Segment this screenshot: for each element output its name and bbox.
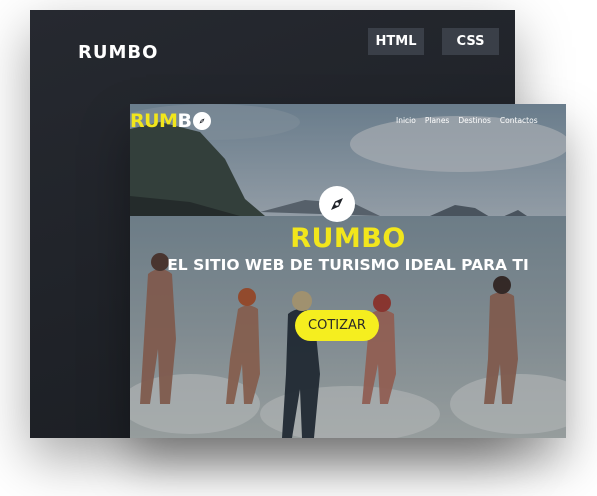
logo-text-white: B [177, 110, 192, 132]
website-preview: RUM B Inicio Planes Destinos Contactos R… [130, 104, 566, 438]
hero-title: RUMBO [290, 223, 406, 254]
nav-item-planes[interactable]: Planes [425, 116, 449, 125]
html-tag[interactable]: HTML [368, 28, 424, 55]
hero-subtitle: EL SITIO WEB DE TURISMO IDEAL PARA TI [167, 256, 529, 274]
nav-item-destinos[interactable]: Destinos [458, 116, 491, 125]
compass-icon [319, 186, 355, 222]
logo-text-yellow: RUM [130, 110, 178, 132]
site-nav: Inicio Planes Destinos Contactos [396, 116, 538, 125]
site-logo[interactable]: RUM B [130, 110, 212, 132]
nav-item-inicio[interactable]: Inicio [396, 116, 416, 125]
css-tag[interactable]: CSS [442, 28, 499, 55]
cotizar-button[interactable]: COTIZAR [295, 310, 379, 341]
nav-item-contactos[interactable]: Contactos [500, 116, 538, 125]
back-title: RUMBO [78, 42, 159, 63]
compass-icon [193, 112, 212, 130]
